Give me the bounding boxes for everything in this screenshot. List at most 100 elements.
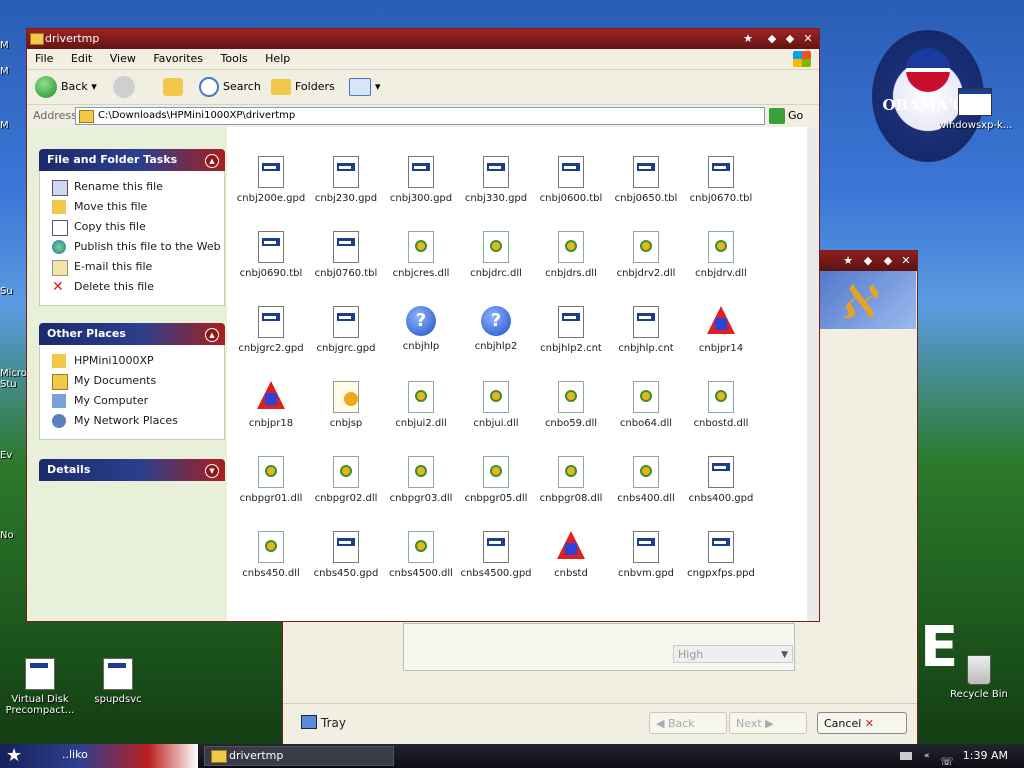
- file-item[interactable]: cnbjsp: [306, 381, 386, 429]
- file-item[interactable]: cnbj0670.tbl: [681, 156, 761, 204]
- file-item[interactable]: cnbs4500.gpd: [456, 531, 536, 579]
- file-item[interactable]: cnbj0690.tbl: [231, 231, 311, 279]
- file-item[interactable]: cngpxfps.ppd: [681, 531, 761, 579]
- priority-select[interactable]: High ▼: [673, 645, 793, 663]
- place-my-computer[interactable]: My Computer: [40, 391, 224, 411]
- go-button[interactable]: Go: [769, 107, 803, 125]
- file-item[interactable]: cnbpgr01.dll: [231, 456, 311, 504]
- color-profile-icon: [257, 381, 285, 409]
- forward-nav-button[interactable]: [113, 70, 139, 104]
- task-delete[interactable]: ✕ Delete this file: [40, 277, 224, 297]
- next-button[interactable]: Next ▶: [729, 712, 807, 734]
- menu-edit[interactable]: Edit: [71, 52, 92, 65]
- network-icon[interactable]: ☏: [940, 750, 954, 768]
- up-folder-button[interactable]: [163, 70, 187, 104]
- views-icon: [349, 78, 371, 96]
- file-item[interactable]: cnbo64.dll: [606, 381, 686, 429]
- close-button[interactable]: ✕: [899, 254, 913, 268]
- keyboard-icon[interactable]: [900, 752, 912, 760]
- menu-view[interactable]: View: [110, 52, 136, 65]
- file-item[interactable]: cnbs400.dll: [606, 456, 686, 504]
- menu-file[interactable]: File: [35, 52, 53, 65]
- tray-link[interactable]: Tray: [301, 715, 346, 730]
- file-item[interactable]: cnbs450.gpd: [306, 531, 386, 579]
- file-item[interactable]: cnbjui.dll: [456, 381, 536, 429]
- minimize-button[interactable]: ◆: [765, 32, 779, 46]
- place-network[interactable]: My Network Places: [40, 411, 224, 431]
- collapse-icon[interactable]: ▲: [205, 328, 219, 342]
- file-item[interactable]: cnbjdrv.dll: [681, 231, 761, 279]
- menu-favorites[interactable]: Favorites: [153, 52, 203, 65]
- file-item[interactable]: cnbjpr18: [231, 381, 311, 429]
- desktop-icon-label: Virtual Disk Precompact...: [5, 694, 75, 716]
- back-arrow-icon: [35, 76, 57, 98]
- file-item[interactable]: cnbpgr08.dll: [531, 456, 611, 504]
- desktop-window-icon[interactable]: [958, 88, 992, 116]
- file-item[interactable]: cnbj200e.gpd: [231, 156, 311, 204]
- file-item[interactable]: cnbpgr05.dll: [456, 456, 536, 504]
- start-label: ..liko: [62, 748, 88, 761]
- file-item[interactable]: cnbpgr03.dll: [381, 456, 461, 504]
- file-item[interactable]: cnbs4500.dll: [381, 531, 461, 579]
- panel-header[interactable]: Other Places ▲: [39, 323, 225, 345]
- task-rename[interactable]: Rename this file: [40, 177, 224, 197]
- file-name: cnbjdrc.dll: [470, 268, 522, 279]
- maximize-button[interactable]: ◆: [881, 254, 895, 268]
- close-button[interactable]: ✕: [801, 32, 815, 46]
- file-item[interactable]: cnbjgrc.gpd: [306, 306, 386, 354]
- file-item[interactable]: cnbjgrc2.gpd: [231, 306, 311, 354]
- desktop-icon-spupdsvc[interactable]: spupdsvc: [78, 658, 158, 705]
- place-my-documents[interactable]: My Documents: [40, 371, 224, 391]
- tray-expand-icon[interactable]: «: [924, 744, 930, 768]
- menu-tools[interactable]: Tools: [221, 52, 248, 65]
- file-item[interactable]: ? cnbjhlp2: [456, 306, 536, 352]
- file-item[interactable]: cnbs400.gpd: [681, 456, 761, 504]
- search-button[interactable]: Search: [199, 70, 261, 104]
- place-hpmini[interactable]: HPMini1000XP: [40, 351, 224, 371]
- file-item[interactable]: cnbjui2.dll: [381, 381, 461, 429]
- back-button[interactable]: ◀ Back: [649, 712, 727, 734]
- file-item[interactable]: cnbjhlp.cnt: [606, 306, 686, 354]
- vertical-scrollbar[interactable]: [807, 127, 819, 621]
- file-item[interactable]: cnbjhlp2.cnt: [531, 306, 611, 354]
- window-titlebar[interactable]: drivertmp ★ ◆ ◆ ✕: [27, 29, 819, 49]
- cancel-button[interactable]: Cancel ✕: [817, 712, 907, 734]
- folders-button[interactable]: Folders: [271, 70, 335, 104]
- maximize-button[interactable]: ◆: [783, 32, 797, 46]
- file-item[interactable]: cnbjdrs.dll: [531, 231, 611, 279]
- file-item[interactable]: cnbostd.dll: [681, 381, 761, 429]
- file-item[interactable]: cnbvm.gpd: [606, 531, 686, 579]
- file-item[interactable]: cnbjdrv2.dll: [606, 231, 686, 279]
- desktop-icon-virtual-disk[interactable]: Virtual Disk Precompact...: [0, 658, 80, 716]
- file-item[interactable]: cnbo59.dll: [531, 381, 611, 429]
- file-item[interactable]: cnbj0760.tbl: [306, 231, 386, 279]
- file-item[interactable]: cnbjcres.dll: [381, 231, 461, 279]
- address-input[interactable]: C:\Downloads\HPMini1000XP\drivertmp: [75, 107, 765, 125]
- collapse-icon[interactable]: ▲: [205, 154, 219, 168]
- file-item[interactable]: cnbs450.dll: [231, 531, 311, 579]
- start-button[interactable]: ★ ..liko: [0, 744, 198, 768]
- file-item[interactable]: ? cnbjhlp: [381, 306, 461, 352]
- file-item[interactable]: cnbstd: [531, 531, 611, 579]
- task-copy[interactable]: Copy this file: [40, 217, 224, 237]
- minimize-button[interactable]: ◆: [861, 254, 875, 268]
- task-move[interactable]: Move this file: [40, 197, 224, 217]
- back-nav-button[interactable]: Back ▾: [35, 70, 97, 104]
- task-email[interactable]: E-mail this file: [40, 257, 224, 277]
- file-item[interactable]: cnbj230.gpd: [306, 156, 386, 204]
- menu-help[interactable]: Help: [265, 52, 290, 65]
- task-publish[interactable]: Publish this file to the Web: [40, 237, 224, 257]
- recycle-bin[interactable]: Recycle Bin: [940, 655, 1018, 700]
- file-item[interactable]: cnbjpr14: [681, 306, 761, 354]
- taskbar-item-drivertmp[interactable]: drivertmp: [204, 746, 394, 766]
- panel-header[interactable]: File and Folder Tasks ▲: [39, 149, 225, 171]
- views-button[interactable]: ▾: [349, 70, 381, 104]
- file-item[interactable]: cnbj0600.tbl: [531, 156, 611, 204]
- file-item[interactable]: cnbpgr02.dll: [306, 456, 386, 504]
- expand-icon[interactable]: ▼: [205, 464, 219, 478]
- panel-header[interactable]: Details ▼: [39, 459, 225, 481]
- file-item[interactable]: cnbjdrc.dll: [456, 231, 536, 279]
- file-item[interactable]: cnbj300.gpd: [381, 156, 461, 204]
- file-item[interactable]: cnbj330.gpd: [456, 156, 536, 204]
- file-item[interactable]: cnbj0650.tbl: [606, 156, 686, 204]
